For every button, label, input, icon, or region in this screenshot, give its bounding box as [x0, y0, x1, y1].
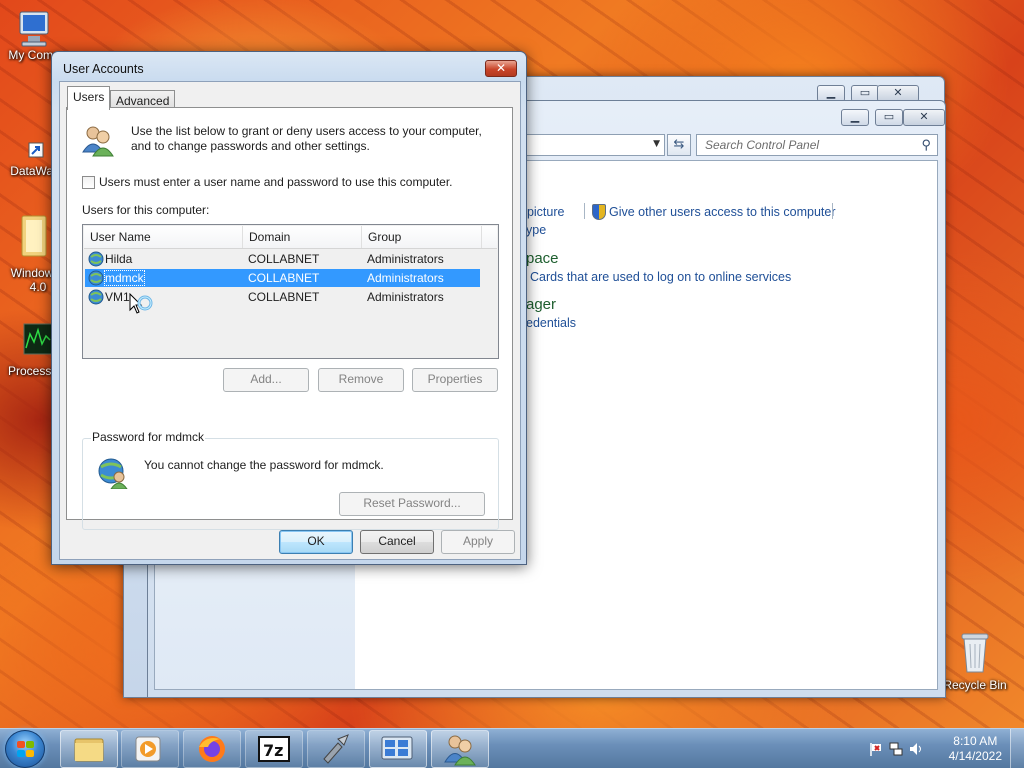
users-list[interactable]: User Name Domain Group Hilda COLLABNET A…	[82, 224, 499, 359]
user-accounts-dialog[interactable]: User Accounts ✕ Users Advanced Use the l…	[51, 51, 527, 565]
computer-icon	[14, 10, 54, 47]
clock-time: 8:10 AM	[953, 734, 998, 748]
mouse-cursor-busy-icon	[129, 292, 155, 322]
taskbar-tool[interactable]	[307, 730, 365, 768]
link-separator	[832, 203, 833, 219]
users-tab-panel: Use the list below to grant or deny user…	[66, 107, 513, 530]
action-center-flag-icon[interactable]	[868, 741, 884, 760]
link-cards[interactable]: Cards that are used to log on to online …	[530, 270, 791, 284]
taskbar: 7z 8:10 AM 4/14/2022	[0, 728, 1024, 768]
clock[interactable]: 8:10 AM 4/14/2022	[949, 734, 1002, 764]
taskbar-control-panel[interactable]	[369, 730, 427, 768]
7zip-icon: 7z	[258, 736, 290, 762]
ok-button[interactable]: OK	[279, 530, 353, 554]
user-icon	[88, 270, 104, 289]
dialog-client: Users Advanced Use the list below to gra…	[59, 81, 521, 560]
shortcut-icon	[15, 140, 55, 162]
monitor-graph-icon	[14, 322, 54, 362]
require-password-checkbox[interactable]	[82, 176, 95, 189]
uac-shield-icon	[592, 204, 606, 220]
link-account-type[interactable]: ype	[526, 223, 546, 237]
intro-text-line2: and to change passwords and other settin…	[131, 139, 370, 153]
user-accounts-icon	[444, 735, 476, 766]
user-group-cell: Administrators	[367, 252, 444, 266]
clock-date: 4/14/2022	[948, 749, 1002, 763]
minimize-button[interactable]: ▁	[841, 109, 869, 126]
search-icon[interactable]: ⚲	[921, 137, 931, 153]
password-group-title: Password for mdmck	[91, 430, 206, 444]
user-globe-icon	[97, 457, 129, 492]
search-input[interactable]: Search Control Panel ⚲	[696, 134, 938, 156]
remove-button[interactable]: Remove	[318, 368, 404, 392]
user-name-cell: Hilda	[105, 252, 133, 266]
link-give-access[interactable]: Give other users access to this computer	[609, 205, 835, 219]
user-domain-cell: COLLABNET	[248, 290, 320, 304]
add-button[interactable]: Add...	[223, 368, 309, 392]
media-player-icon	[135, 736, 161, 762]
users-group-icon	[81, 124, 115, 161]
taskbar-file-explorer[interactable]	[60, 730, 118, 768]
require-password-label[interactable]: Users must enter a user name and passwor…	[99, 175, 453, 190]
taskbar-7zip[interactable]: 7z	[245, 730, 303, 768]
file-explorer-icon	[74, 738, 104, 762]
taskbar-firefox[interactable]	[183, 730, 241, 768]
intro-text-line1: Use the list below to grant or deny user…	[131, 124, 482, 138]
user-name-cell: mdmck	[104, 270, 145, 286]
chevron-down-icon[interactable]: ▼	[653, 139, 660, 149]
desktop-icon-recycle-bin[interactable]: Recycle Bin	[935, 630, 1015, 692]
folder-icon	[12, 212, 52, 264]
column-header-user-name[interactable]: User Name	[84, 226, 243, 248]
close-button[interactable]: ✕	[485, 60, 517, 77]
search-placeholder: Search Control Panel	[705, 138, 820, 152]
taskbar-media-player[interactable]	[121, 730, 179, 768]
apply-button[interactable]: Apply	[441, 530, 515, 554]
desktop-icon-label: Recycle Bin	[943, 678, 1007, 692]
user-row-hilda[interactable]: Hilda COLLABNET Administrators	[85, 250, 480, 268]
properties-button[interactable]: Properties	[412, 368, 498, 392]
user-group-cell: Administrators	[367, 290, 444, 304]
heading-credential-manager[interactable]: ager	[526, 296, 556, 313]
volume-icon[interactable]	[908, 741, 924, 760]
svg-text:7z: 7z	[263, 741, 283, 760]
user-icon	[88, 289, 104, 308]
user-domain-cell: COLLABNET	[248, 252, 320, 266]
start-button[interactable]	[5, 730, 45, 768]
user-domain-cell: COLLABNET	[248, 271, 320, 285]
close-button[interactable]: ✕	[903, 109, 945, 126]
recycle-bin-icon	[955, 630, 995, 676]
firefox-icon	[199, 736, 225, 762]
dialog-title: User Accounts	[63, 62, 144, 76]
tab-users[interactable]: Users	[67, 86, 111, 110]
address-bar[interactable]: ▼	[520, 134, 665, 156]
show-desktop-button[interactable]	[1010, 729, 1024, 768]
system-tray: 8:10 AM 4/14/2022	[854, 729, 1024, 768]
heading-windows-live-space[interactable]: pace	[526, 250, 559, 267]
user-group-cell: Administrators	[367, 271, 444, 285]
column-header-domain[interactable]: Domain	[243, 226, 362, 248]
link-credentials[interactable]: edentials	[526, 316, 576, 330]
column-header-group[interactable]: Group	[362, 226, 482, 248]
network-icon[interactable]	[888, 741, 904, 760]
control-panel-icon	[381, 736, 413, 760]
password-message: You cannot change the password for mdmck…	[144, 458, 384, 472]
users-list-label: Users for this computer:	[82, 203, 210, 217]
user-row-mdmck[interactable]: mdmck COLLABNET Administrators	[85, 269, 480, 287]
refresh-icon[interactable]: ⇆	[667, 134, 691, 156]
reset-password-button[interactable]: Reset Password...	[339, 492, 485, 516]
link-separator	[584, 203, 585, 219]
cancel-button[interactable]: Cancel	[360, 530, 434, 554]
password-groupbox: Password for mdmck You cannot change the…	[82, 430, 499, 530]
user-icon	[88, 251, 104, 270]
tool-icon	[323, 734, 349, 764]
windows-logo-icon	[17, 741, 35, 758]
taskbar-user-accounts[interactable]	[431, 730, 489, 768]
maximize-button[interactable]: ▭	[875, 109, 903, 126]
user-name-cell: VM1	[105, 290, 130, 304]
users-list-header: User Name Domain Group	[84, 226, 497, 249]
